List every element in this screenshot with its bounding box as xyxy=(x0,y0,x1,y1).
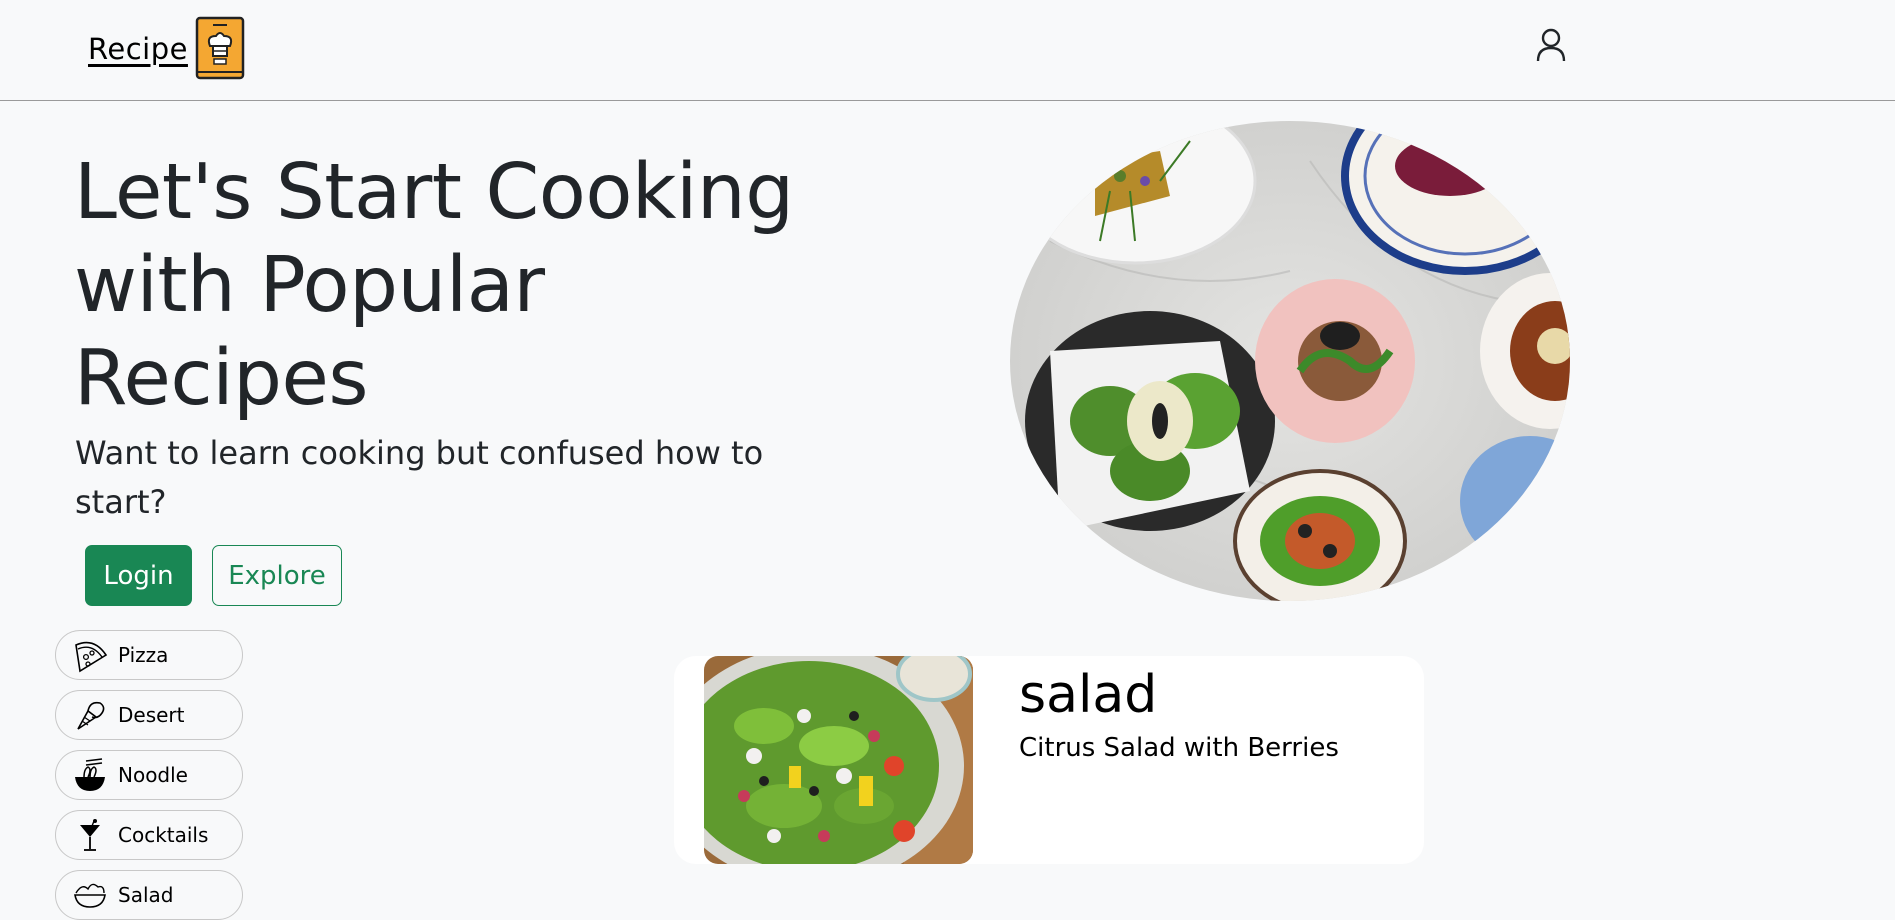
cocktail-icon xyxy=(80,819,100,851)
hero-subtitle: Want to learn cooking but confused how t… xyxy=(75,434,764,521)
category-label: Salad xyxy=(118,883,174,907)
salad-icon xyxy=(74,883,106,908)
user-icon[interactable] xyxy=(1535,28,1567,62)
hero-food-image xyxy=(1010,121,1570,601)
logo[interactable]: Recipe xyxy=(88,16,246,82)
explore-button[interactable]: Explore xyxy=(212,545,342,606)
login-button[interactable]: Login xyxy=(85,545,192,606)
category-label: Desert xyxy=(118,703,185,727)
card-description: Citrus Salad with Berries xyxy=(1019,733,1339,763)
category-desert[interactable]: Desert xyxy=(55,690,243,740)
category-noodle[interactable]: Noodle xyxy=(55,750,243,800)
hero-title: Let's Start Cooking with Popular Recipes xyxy=(74,148,794,423)
noodle-bowl-icon xyxy=(75,758,105,791)
card-title: salad xyxy=(1019,665,1158,725)
logo-text: Recipe xyxy=(88,32,188,66)
chef-book-icon xyxy=(195,16,245,80)
category-pizza[interactable]: Pizza xyxy=(55,630,243,680)
category-label: Pizza xyxy=(118,643,169,667)
navbar: Recipe xyxy=(0,0,1895,101)
salad-image xyxy=(704,656,973,864)
category-cocktails[interactable]: Cocktails xyxy=(55,810,243,860)
category-label: Noodle xyxy=(118,763,188,787)
pizza-icon xyxy=(75,641,108,673)
category-salad[interactable]: Salad xyxy=(55,870,243,920)
ice-cream-icon xyxy=(77,701,105,730)
category-label: Cocktails xyxy=(118,823,209,847)
recipe-card[interactable]: salad Citrus Salad with Berries xyxy=(674,656,1424,864)
